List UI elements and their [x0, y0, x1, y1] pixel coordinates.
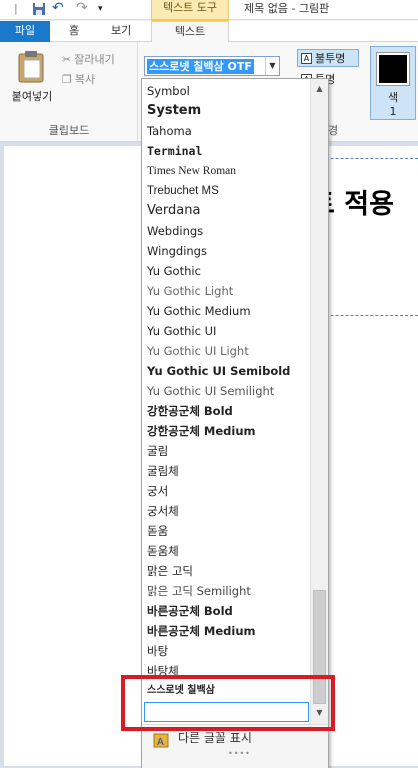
text-tools-context-label: 텍스트 도구: [151, 0, 229, 20]
cut-button[interactable]: ✂ 잘라내기: [62, 50, 115, 68]
clipboard-icon: [17, 50, 47, 87]
font-list-item[interactable]: Yu Gothic Light: [147, 281, 233, 301]
copy-button[interactable]: ❐ 복사: [62, 70, 95, 88]
redo-icon[interactable]: ↷: [76, 0, 88, 16]
opaque-label: 불투명: [315, 52, 346, 65]
chevron-down-icon[interactable]: ▼: [265, 57, 279, 75]
scroll-up-icon[interactable]: ▲: [311, 81, 328, 97]
save-icon[interactable]: [32, 2, 46, 19]
separator-icon: |: [14, 2, 18, 15]
font-list-item[interactable]: 굴림체: [147, 461, 179, 481]
font-list-item[interactable]: Yu Gothic UI Semibold: [147, 361, 290, 381]
paste-button[interactable]: 붙여넣기: [4, 46, 56, 104]
paste-label: 붙여넣기: [11, 90, 53, 103]
title-bar: | ↶ ↷ ▾ 텍스트 도구 제목 없음 - 그림판: [0, 0, 418, 22]
color1-button[interactable]: 색 1: [370, 46, 416, 120]
color1-label-line1: 색: [387, 91, 399, 104]
font-list-item[interactable]: Tahoma: [147, 121, 192, 141]
font-list-item[interactable]: Verdana: [147, 201, 200, 221]
clipboard-group: 붙여넣기 ✂ 잘라내기 ❐ 복사 클립보드: [0, 42, 138, 142]
font-list-item[interactable]: 돋움체: [147, 541, 179, 561]
font-list-item[interactable]: Yu Gothic UI: [147, 321, 216, 341]
font-list-item[interactable]: 바탕: [147, 641, 168, 661]
opaque-button[interactable]: A 불투명: [297, 49, 359, 67]
font-list-item[interactable]: Trebuchet MS: [147, 181, 219, 201]
font-list-item[interactable]: 바른공군체 Medium: [147, 621, 256, 641]
customize-toolbar-icon[interactable]: ▾: [98, 4, 103, 14]
font-list-item[interactable]: System: [147, 101, 201, 121]
font-list-item[interactable]: Times New Roman: [147, 161, 236, 181]
font-list-item[interactable]: Terminal: [147, 141, 202, 161]
tab-view[interactable]: 보기: [111, 21, 131, 42]
font-list-item[interactable]: 굴림: [147, 441, 168, 461]
font-list-item[interactable]: Wingdings: [147, 241, 207, 261]
font-list-item[interactable]: Yu Gothic UI Semilight: [147, 381, 274, 401]
color1-swatch: [376, 52, 410, 86]
font-list-item[interactable]: Yu Gothic UI Light: [147, 341, 249, 361]
undo-icon[interactable]: ↶: [52, 0, 64, 16]
font-family-value[interactable]: 스스로넷 칠백삼 OTF: [147, 59, 254, 74]
font-list-item[interactable]: Yu Gothic: [147, 261, 201, 281]
color1-label-line2: 1: [389, 105, 397, 118]
color1-label: 색 1: [371, 91, 415, 119]
font-list-item[interactable]: 바른공군체 Bold: [147, 601, 233, 621]
cut-label: 잘라내기: [74, 53, 115, 66]
scissors-icon: ✂: [62, 52, 72, 66]
font-list-item[interactable]: 궁서체: [147, 501, 179, 521]
font-list-item[interactable]: 맑은 고딕: [147, 561, 193, 581]
font-list-item[interactable]: Yu Gothic Medium: [147, 301, 251, 321]
tab-home[interactable]: 홈: [69, 21, 79, 42]
red-highlight-box: [121, 675, 335, 731]
resize-grip-icon[interactable]: ••••: [228, 749, 251, 758]
font-list-item[interactable]: Symbol: [147, 81, 190, 101]
font-list-item[interactable]: 맑은 고딕 Semilight: [147, 581, 251, 601]
clipboard-group-label: 클립보드: [48, 124, 90, 137]
ribbon-tab-row: 파일 홈 보기 텍스트: [0, 21, 418, 43]
font-family-combobox[interactable]: 스스로넷 칠백삼 OTF ▼: [144, 56, 280, 76]
copy-label: 복사: [74, 73, 96, 86]
font-list-item[interactable]: 궁서: [147, 481, 168, 501]
font-folder-icon: A: [152, 731, 170, 752]
svg-text:A: A: [157, 737, 164, 748]
font-list-item[interactable]: Webdings: [147, 221, 203, 241]
background-group-label: 경: [328, 124, 339, 137]
more-fonts-label: 다른 글꼴 표시: [178, 731, 252, 745]
copy-icon: ❐: [62, 72, 72, 86]
font-list-item[interactable]: 돋움: [147, 521, 168, 541]
font-dropdown: Symbol System Tahoma Terminal Times New Roma…: [141, 78, 329, 768]
tab-file[interactable]: 파일: [0, 21, 50, 42]
font-list-item[interactable]: 강한공군체 Medium: [147, 421, 256, 441]
font-list-scrollbar[interactable]: ▲ ▼: [310, 79, 328, 724]
tab-text[interactable]: 텍스트: [151, 21, 229, 43]
window-title: 제목 없음 - 그림판: [244, 2, 330, 15]
font-list-item[interactable]: 강한공군체 Bold: [147, 401, 233, 421]
opaque-icon: A: [301, 52, 312, 64]
